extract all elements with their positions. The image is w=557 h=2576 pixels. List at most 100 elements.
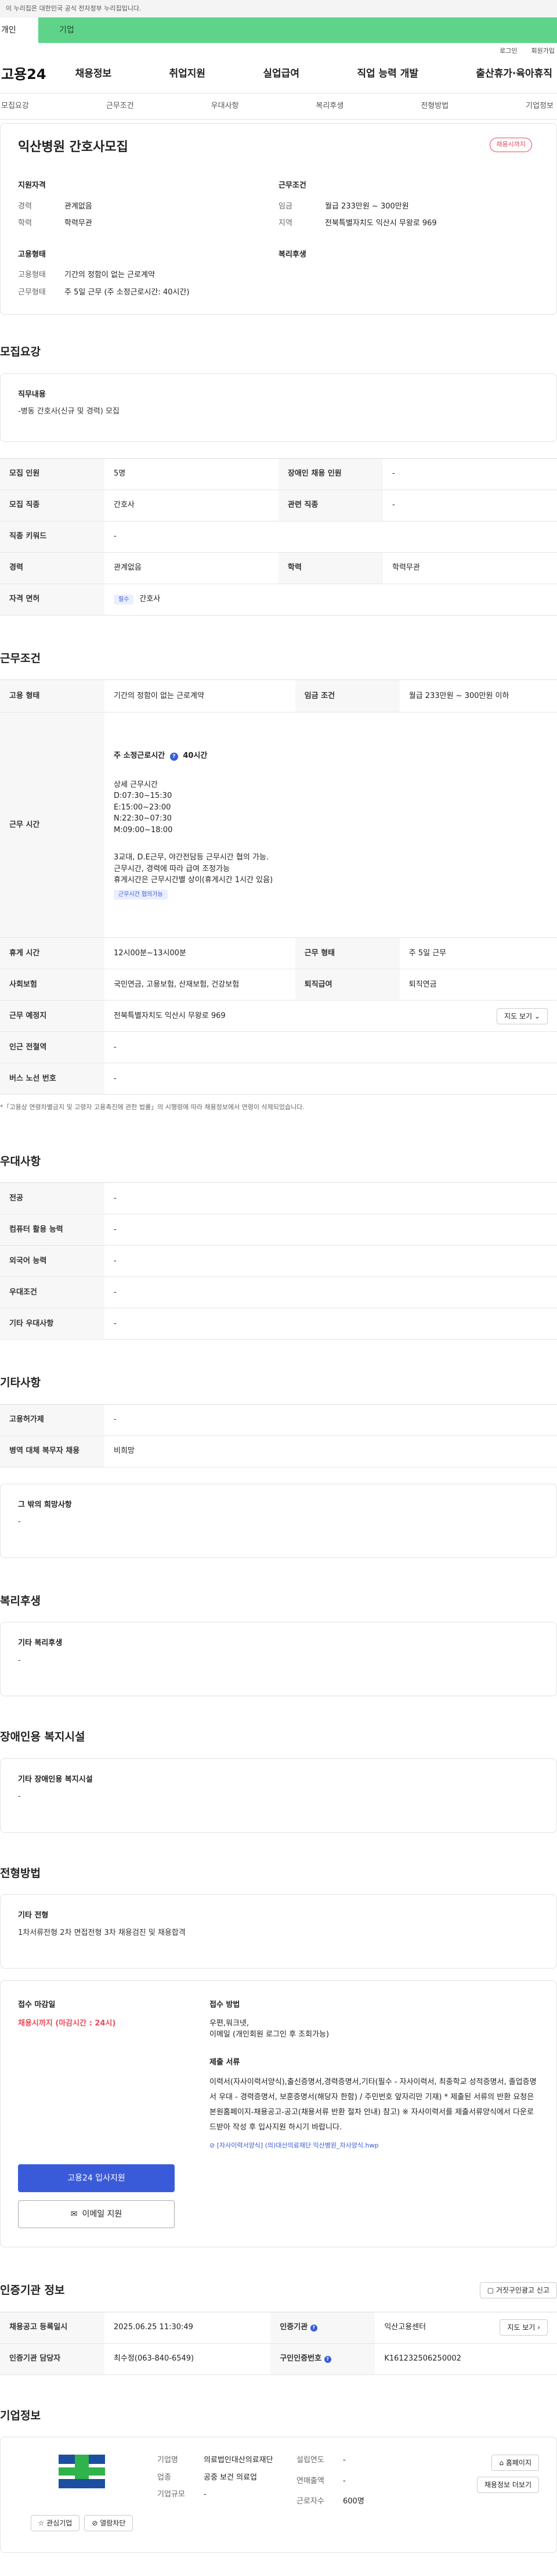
- table-header-cell: 자격 면허: [0, 584, 104, 616]
- table-row: 고용허가제 -: [0, 1404, 557, 1436]
- table-cell: 월급 233만원 ~ 300만원 이하: [399, 679, 557, 713]
- table-header-cell: 경력: [0, 552, 104, 584]
- info-icon[interactable]: ?: [324, 2356, 331, 2363]
- emp-value: 기간의 정함이 없는 근로계약: [64, 271, 155, 279]
- apply-button[interactable]: 고용24 입사지원: [18, 2164, 175, 2192]
- table-header-cell: 고용허가제: [0, 1404, 104, 1436]
- home-icon: ⌂: [499, 2459, 506, 2467]
- table-header-cell: 고용 형태: [0, 679, 104, 713]
- work-title: 근무조건: [0, 652, 41, 665]
- table-row: 직종 키워드 -: [0, 521, 557, 553]
- attachment-link[interactable]: ⊘ [자사이력서양식] (의)대산의료재단 익산병원_자사양식.hwp: [209, 2141, 539, 2151]
- table-header-cell: 인근 전철역: [0, 1031, 104, 1063]
- report-icon: ▢: [487, 2286, 496, 2295]
- anchor-recruit[interactable]: 모집요강: [1, 100, 29, 112]
- block-icon: ⊘: [92, 2519, 100, 2527]
- favorite-label: 관심기업: [46, 2519, 73, 2527]
- table-header-cell: 기타 우대사항: [0, 1308, 104, 1340]
- table-header-cell: 퇴직급여: [295, 969, 400, 1001]
- cond-value: 월급 233만원 ~ 300만원: [325, 202, 409, 211]
- favorite-company-button[interactable]: ☆ 관심기업: [30, 2515, 80, 2531]
- table-header-cell: 채용공고 등록일시: [0, 2312, 104, 2344]
- recruit-section: 모집요강 직무내용 -병동 간호사(신규 및 경력) 모집 모집 인원 5명 장…: [0, 344, 557, 616]
- gnb-item-leave[interactable]: 출산휴가·육아휴직: [476, 67, 552, 82]
- deadline-value: 채용시까지 (마감시간 : 24시): [18, 2019, 116, 2028]
- anchor-work[interactable]: 근무조건: [106, 100, 134, 112]
- agency-section: 인증기관 정보 ▢ 거짓구인광고 신고 채용공고 등록일시 2025.06.25…: [0, 2282, 557, 2375]
- welfare-box: 기타 복리후생 -: [0, 1622, 557, 1696]
- anchor-company[interactable]: 기업정보: [526, 100, 554, 112]
- agency-label: 인증기관: [280, 2323, 308, 2332]
- company-field-label: 설립연도: [296, 2456, 324, 2465]
- chevron-down-icon: ⌄: [534, 1012, 540, 1020]
- table-row: 버스 노선 번호 -: [0, 1063, 557, 1095]
- top-links: 로그인 회원가입: [0, 43, 557, 59]
- anchor-welfare[interactable]: 복리후생: [316, 100, 343, 112]
- qual-value: 관계없음: [64, 202, 92, 211]
- table-header-cell: 모집 직종: [0, 490, 104, 521]
- etc-section: 기타사항 고용허가제 - 병역 대체 복무자 채용 비희망 그 밖의 희망사항 -: [0, 1375, 557, 1558]
- anchor-process[interactable]: 전형방법: [421, 100, 449, 112]
- recruit-title: 모집요강: [0, 346, 41, 358]
- company-logo: [59, 2455, 105, 2488]
- table-row: 인근 전철역 -: [0, 1031, 557, 1063]
- duty-text: -병동 간호사(신규 및 경력) 모집: [18, 407, 120, 416]
- table-row: 고용 형태 기간의 정함이 없는 근로계약 임금 조건 월급 233만원 ~ 3…: [0, 679, 557, 713]
- etc-title: 기타사항: [0, 1376, 41, 1389]
- signup-link[interactable]: 회원가입: [531, 46, 555, 56]
- company-field-label: 기업규모: [157, 2490, 185, 2499]
- info-icon[interactable]: ?: [310, 2325, 317, 2332]
- recruit-table: 모집 인원 5명 장애인 채용 인원 - 모집 직종 간호사 관련 직종 - 직…: [0, 458, 557, 616]
- block-view-button[interactable]: ⊘ 열람차단: [84, 2515, 133, 2531]
- process-box: 기타 전형 1차서류전형 2차 면접전형 3차 채용검진 및 채용합격: [0, 1894, 557, 1969]
- gnb-item-benefit[interactable]: 실업급여: [263, 67, 299, 82]
- table-row: 모집 직종 간호사 관련 직종 -: [0, 490, 557, 521]
- global-nav: 고용24 채용정보 취업지원 실업급여 직업 능력 개발 출산휴가·육아휴직: [0, 59, 557, 89]
- status-badge: 채용시까지: [490, 138, 532, 152]
- hope-box: 그 밖의 희망사항 -: [0, 1483, 557, 1558]
- work-section: 근무조건 고용 형태 기간의 정함이 없는 근로계약 임금 조건 월급 233만…: [0, 650, 557, 1113]
- report-fake-ad-button[interactable]: ▢ 거짓구인광고 신고: [479, 2282, 557, 2299]
- gnb-item-jobs[interactable]: 채용정보: [75, 67, 112, 82]
- tab-company[interactable]: 기업: [38, 17, 74, 43]
- login-link[interactable]: 로그인: [500, 46, 517, 56]
- docs-title: 제출 서류: [209, 2057, 240, 2067]
- table-header-cell: 직종 키워드: [0, 521, 104, 553]
- user-type-tabs: 개인 기업: [0, 17, 557, 43]
- tab-personal[interactable]: 개인: [0, 17, 38, 43]
- emp-value: 주 5일 근무 (주 소정근로시간: 40시간): [64, 287, 190, 297]
- table-cell: -: [104, 1404, 557, 1436]
- table-header-cell: 우대조건: [0, 1276, 104, 1308]
- agency-map-button[interactable]: 지도 보기 ›: [500, 2319, 548, 2336]
- company-industry-value: 공중 보건 의료업: [204, 2473, 257, 2482]
- pref-title: 우대사항: [0, 1154, 41, 1168]
- company-employees-value: 600명: [343, 2497, 364, 2506]
- table-header-cell: 근무 시간: [0, 712, 104, 938]
- table-cell: 익산고용센터 지도 보기 ›: [375, 2312, 557, 2344]
- info-icon[interactable]: ?: [169, 753, 178, 761]
- cond-value: 전북특별자치도 익산시 무왕로 969: [325, 219, 437, 228]
- qual-title: 지원자격: [18, 181, 46, 190]
- weekly-hours-value: 40시간: [183, 751, 208, 760]
- work-table: 고용 형태 기간의 정함이 없는 근로계약 임금 조건 월급 233만원 ~ 3…: [0, 679, 557, 1095]
- welfare-box-text: -: [18, 1656, 21, 1665]
- table-cell: 전북특별자치도 익산시 무왕로 969 지도 보기 ⌄: [104, 1000, 557, 1032]
- gnb-item-support[interactable]: 취업지원: [169, 67, 205, 82]
- time-note: 휴게시간은 근무시간별 상이(휴게시간 1시간 있음): [114, 876, 273, 884]
- anchor-pref[interactable]: 우대사항: [211, 100, 239, 112]
- disability-section: 장애인용 복지시설 기타 장애인용 복지시설 -: [0, 1729, 557, 1833]
- job-summary-card: 익산병원 간호사모집 채용시까지 지원자격 경력 관계없음 학력 학력무관 근무조건…: [0, 123, 557, 315]
- apply-card: 접수 마감일 채용시까지 (마감시간 : 24시) 고용24 입사지원 ✉ 이메일…: [0, 1980, 557, 2247]
- homepage-button[interactable]: ⌂ 홈페이지: [491, 2455, 539, 2471]
- table-cell: 퇴직연금: [399, 969, 557, 1001]
- email-apply-button[interactable]: ✉ 이메일 지원: [18, 2200, 175, 2228]
- more-jobs-button[interactable]: 채용정보 더보기: [476, 2477, 539, 2493]
- company-size-value: -: [204, 2490, 207, 2499]
- table-header-cell: 관련 직종: [278, 490, 383, 521]
- map-view-button[interactable]: 지도 보기 ⌄: [497, 1008, 548, 1024]
- gnb-item-training[interactable]: 직업 능력 개발: [357, 67, 418, 82]
- emp-title: 고용형태: [18, 250, 46, 259]
- duty-title: 직무내용: [18, 390, 46, 399]
- table-cell: -: [104, 1063, 557, 1095]
- logo[interactable]: 고용24: [1, 64, 46, 85]
